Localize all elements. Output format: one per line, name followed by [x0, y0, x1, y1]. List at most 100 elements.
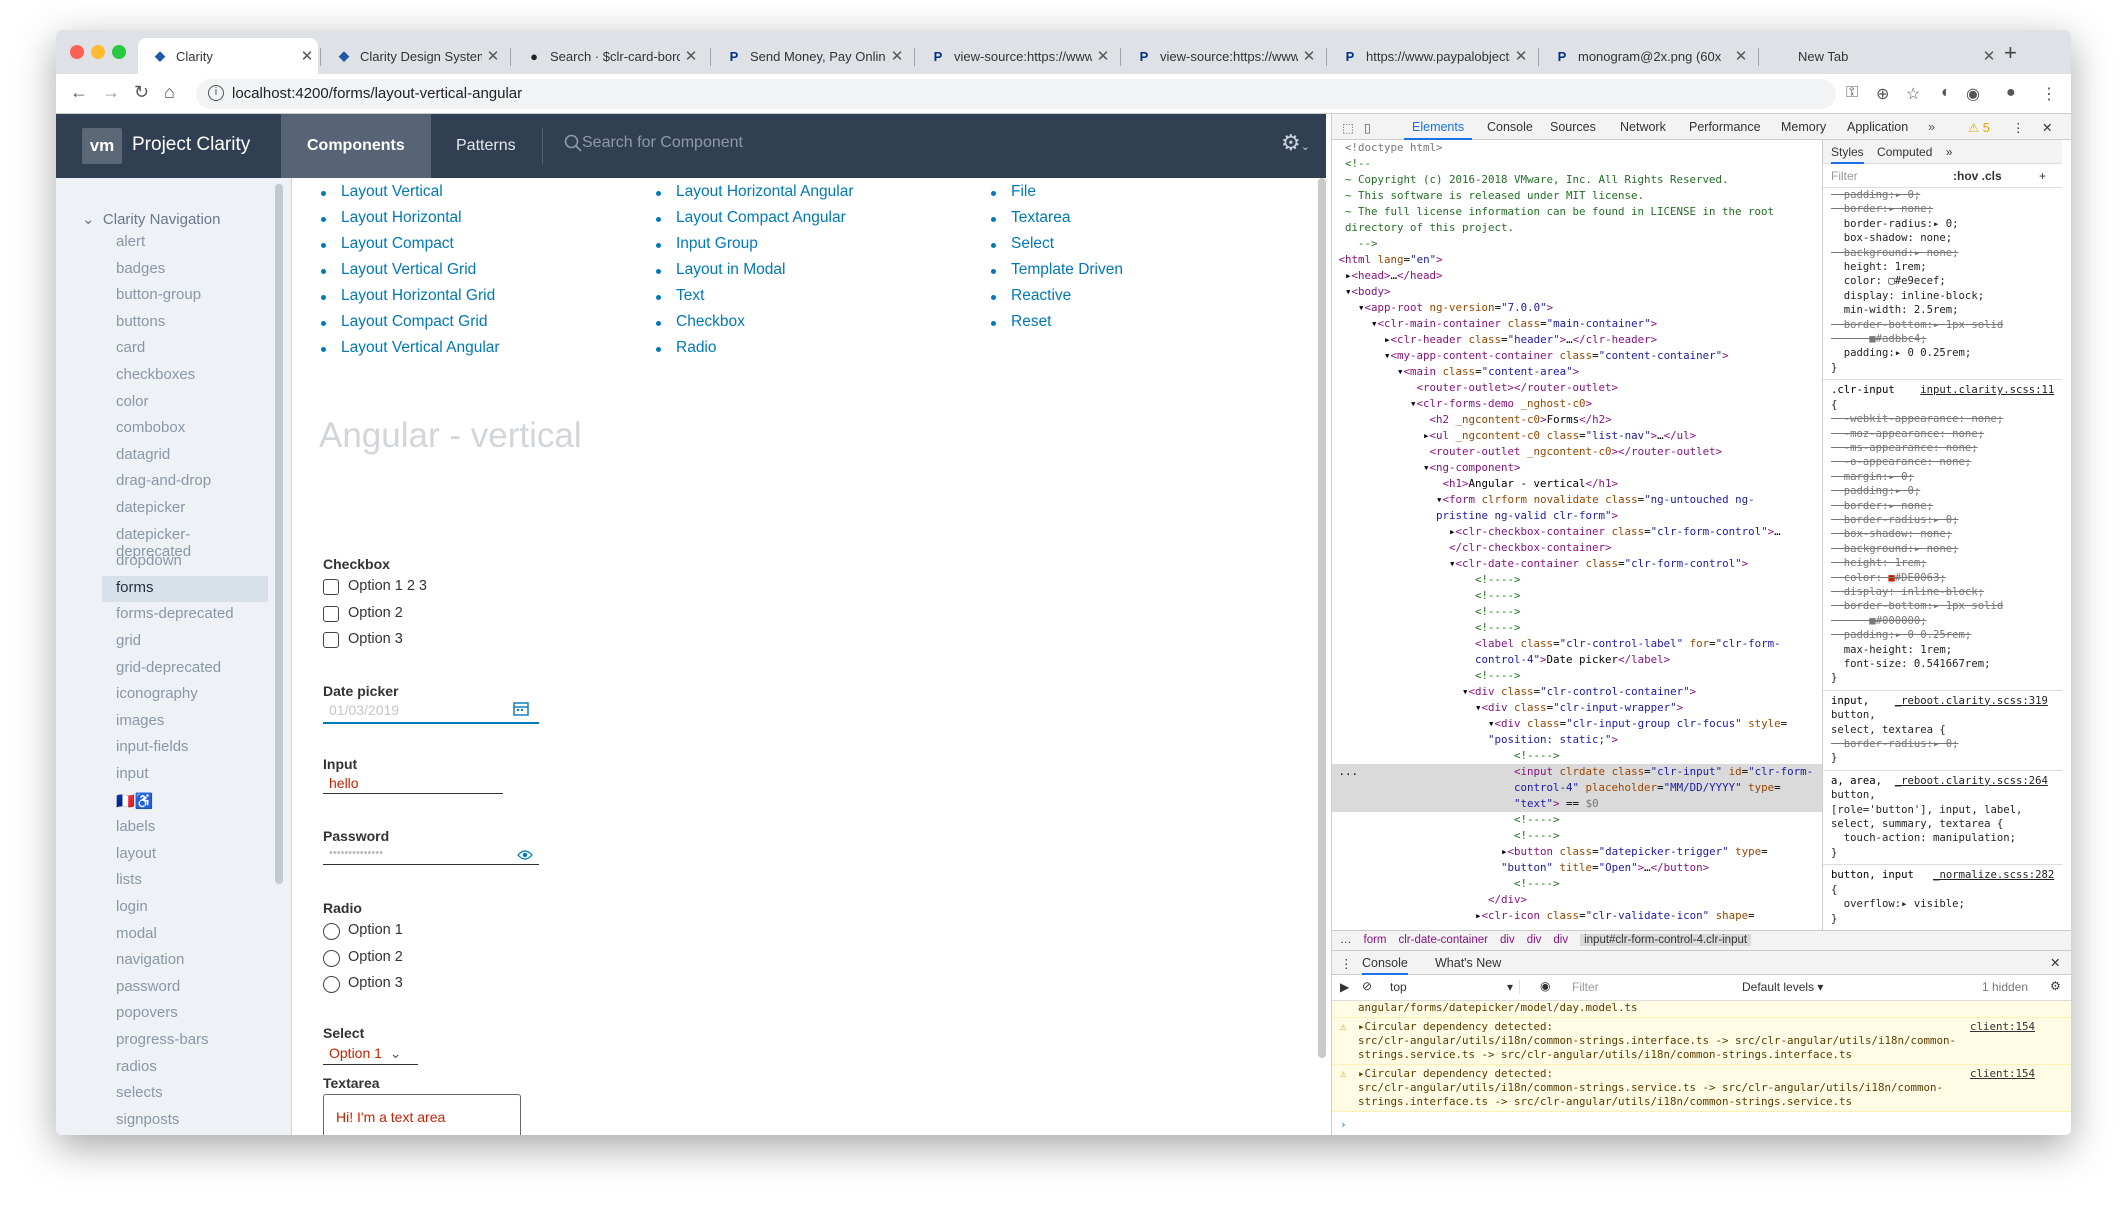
checkbox[interactable]: [323, 632, 339, 648]
sidebar-item[interactable]: datepicker-deprecated: [102, 523, 268, 560]
devtools-tab[interactable]: Network: [1620, 120, 1666, 134]
forms-nav-link[interactable]: File: [1011, 183, 1036, 201]
css-decl[interactable]: }: [1823, 671, 2062, 685]
css-decl[interactable]: }: [1823, 912, 2062, 926]
maximize-window-button[interactable]: [112, 45, 126, 59]
close-icon[interactable]: ✕: [1978, 47, 2000, 65]
dom-line[interactable]: <!---->: [1332, 748, 1822, 764]
sidebar-item[interactable]: progress-bars: [102, 1028, 268, 1054]
browser-tab[interactable]: Pview-source:https://www ✕: [1122, 38, 1320, 74]
sidebar-item[interactable]: popovers: [102, 1001, 268, 1027]
back-icon[interactable]: ←: [70, 82, 88, 103]
css-rule[interactable]: input, _reboot.clarity.scss:319: [1823, 689, 2062, 708]
css-decl[interactable]: background:▸ none;: [1823, 246, 2062, 260]
browser-tab[interactable]: P Send Money, Pay Online ✕: [712, 38, 908, 74]
css-decl[interactable]: min-width: 2.5rem;: [1823, 303, 2062, 317]
breadcrumb-item[interactable]: input#clr-form-control-4.clr-input: [1580, 934, 1752, 946]
dom-line[interactable]: ▾<div class="clr-input-wrapper">: [1332, 700, 1822, 716]
forms-nav-link[interactable]: Text: [676, 287, 704, 305]
forms-nav-link[interactable]: Layout in Modal: [676, 261, 785, 279]
sidebar-item[interactable]: forms: [102, 575, 268, 602]
css-decl[interactable]: {: [1823, 398, 2062, 412]
dom-line[interactable]: <!---->: [1332, 620, 1822, 636]
browser-tab[interactable]: ● Search · $clr-card-borde ✕: [512, 38, 702, 74]
dom-line[interactable]: <!---->: [1332, 828, 1822, 844]
dom-line[interactable]: ▾<clr-date-container class="clr-form-con…: [1332, 556, 1822, 572]
sidebar-item[interactable]: signposts: [102, 1108, 268, 1134]
sidebar-heading[interactable]: ⌄ Clarity Navigation: [82, 210, 220, 228]
forms-nav-link[interactable]: Layout Vertical: [341, 183, 443, 201]
radio-button[interactable]: [323, 976, 340, 993]
dom-line[interactable]: ~ The full license information can be fo…: [1332, 204, 1822, 220]
css-rule[interactable]: a, area, _reboot.clarity.scss:264: [1823, 769, 2062, 788]
forms-nav-link[interactable]: Select: [1011, 235, 1054, 253]
warning-count[interactable]: ⚠ 5: [1968, 120, 1990, 135]
key-icon[interactable]: ⚿: [1846, 84, 1858, 102]
forms-nav-link[interactable]: Layout Compact Grid: [341, 313, 487, 331]
css-decl[interactable]: background:▸ none;: [1823, 542, 2062, 556]
dom-line[interactable]: ▾<body>: [1332, 284, 1822, 300]
devtools-tab[interactable]: Application: [1847, 120, 1908, 134]
gear-icon[interactable]: ⚙⌄: [1281, 130, 1310, 156]
context-select[interactable]: top ▾: [1390, 980, 1520, 994]
css-decl[interactable]: box-shadow: none;: [1823, 231, 2062, 245]
sidebar-item[interactable]: grid: [102, 629, 268, 655]
dom-line[interactable]: ~ Copyright (c) 2016-2018 VMware, Inc. A…: [1332, 172, 1822, 188]
dom-line[interactable]: <!doctype html>: [1332, 140, 1822, 156]
home-icon[interactable]: ⌂: [164, 82, 175, 103]
datepicker-input[interactable]: 01/03/2019: [329, 702, 399, 718]
dom-line[interactable]: <!---->: [1332, 604, 1822, 620]
close-devtools-icon[interactable]: ✕: [2042, 120, 2052, 135]
close-icon[interactable]: ✕: [680, 47, 702, 65]
log-levels-select[interactable]: Default levels ▾: [1742, 980, 1823, 994]
forms-nav-link[interactable]: Textarea: [1011, 209, 1070, 227]
sidebar-item[interactable]: button-group: [102, 283, 268, 309]
nav-components[interactable]: Components: [281, 114, 431, 178]
css-decl[interactable]: select, summary, textarea {: [1823, 817, 2062, 831]
dom-line[interactable]: ▸<button class="datepicker-trigger" type…: [1332, 844, 1822, 860]
forms-nav-link[interactable]: Radio: [676, 339, 717, 357]
css-decl[interactable]: {: [1823, 883, 2062, 897]
close-window-button[interactable]: [70, 45, 84, 59]
forms-nav-link[interactable]: Reactive: [1011, 287, 1071, 305]
css-decl[interactable]: border-bottom:▸ 1px solid: [1823, 599, 2062, 613]
dom-line[interactable]: <h2 _ngcontent-c0>Forms</h2>: [1332, 412, 1822, 428]
textarea[interactable]: Hi! I'm a text area: [323, 1094, 521, 1135]
css-decl[interactable]: margin:▸ 0;: [1823, 470, 2062, 484]
css-decl[interactable]: padding:▸ 0 0.25rem;: [1823, 346, 2062, 360]
dom-line[interactable]: ▾<app-root ng-version="7.0.0">: [1332, 300, 1822, 316]
tab-computed[interactable]: Computed: [1877, 145, 1932, 159]
css-decl[interactable]: display: inline-block;: [1823, 289, 2062, 303]
forms-nav-link[interactable]: Layout Vertical Angular: [341, 339, 500, 357]
browser-tab[interactable]: New Tab ✕: [1760, 38, 2000, 74]
sidebar-item[interactable]: login: [102, 895, 268, 921]
sidebar-item[interactable]: lists: [102, 868, 268, 894]
browser-tab[interactable]: ◆ Clarity ✕: [138, 38, 318, 74]
forward-icon[interactable]: →: [102, 82, 120, 103]
css-decl[interactable]: border-radius:▸ 0;: [1823, 737, 2062, 751]
inspect-icon[interactable]: ⬚: [1342, 120, 1354, 135]
radio-option-label[interactable]: Option 2: [348, 949, 403, 965]
browser-tab[interactable]: Pview-source:https://www ✕: [916, 38, 1114, 74]
dom-line[interactable]: <!---->: [1332, 812, 1822, 828]
sidebar-item[interactable]: card: [102, 336, 268, 362]
sidebar-item[interactable]: input: [102, 762, 268, 788]
radio-option-label[interactable]: Option 3: [348, 975, 403, 991]
clear-console-icon[interactable]: ⊘: [1362, 979, 1372, 993]
close-icon[interactable]: ✕: [1298, 47, 1320, 65]
css-decl[interactable]: ■#adbbc4;: [1823, 332, 2062, 346]
css-decl[interactable]: overflow:▸ visible;: [1823, 897, 2062, 911]
console-settings-icon[interactable]: ⚙: [2050, 979, 2061, 993]
css-decl[interactable]: button,: [1823, 788, 2062, 802]
css-decl[interactable]: select, textarea {: [1823, 723, 2062, 737]
radio-button[interactable]: [323, 949, 340, 967]
dom-line[interactable]: ▾<div class="clr-control-container">: [1332, 684, 1822, 700]
sidebar-item[interactable]: datepicker: [102, 496, 268, 522]
forms-nav-link[interactable]: Reset: [1011, 313, 1052, 331]
devtools-menu-icon[interactable]: ⋮: [2012, 120, 2025, 135]
css-decl[interactable]: padding:▸ 0;: [1823, 484, 2062, 498]
sidebar-item[interactable]: buttons: [102, 310, 268, 336]
css-decl[interactable]: ■#000000;: [1823, 614, 2062, 628]
dom-line[interactable]: <label class="clr-control-label" for="cl…: [1332, 636, 1822, 652]
tab-styles[interactable]: Styles: [1831, 145, 1864, 164]
